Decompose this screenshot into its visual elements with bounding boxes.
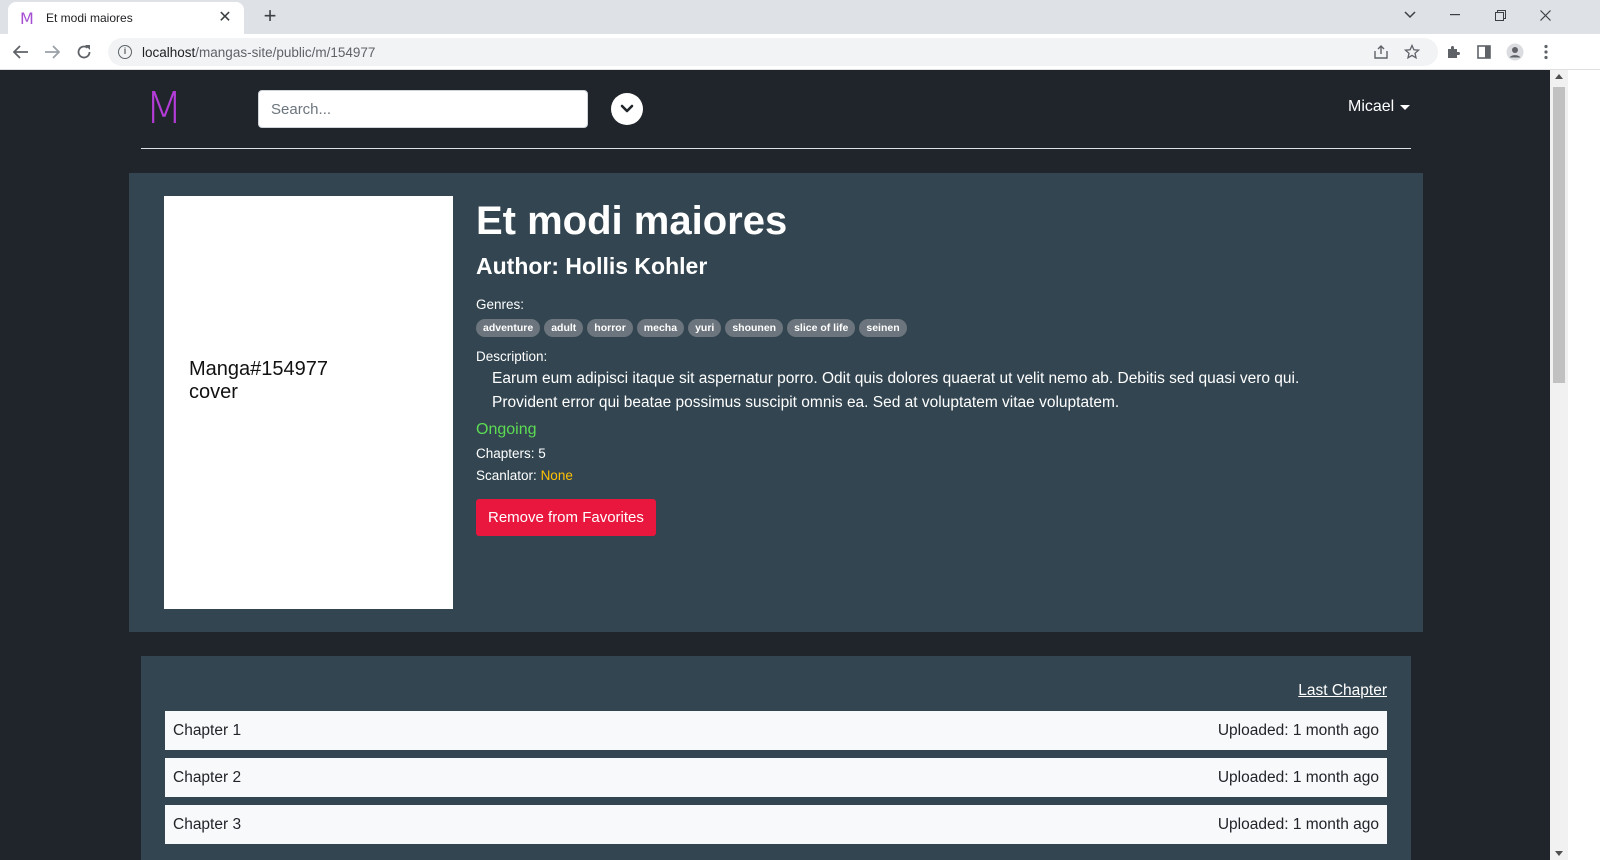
scanlator-value: None <box>540 468 573 483</box>
description-line: Earum eum adipisci itaque sit aspernatur… <box>492 370 1300 387</box>
tab-search-chevron-icon[interactable] <box>1387 0 1433 30</box>
new-tab-icon[interactable]: + <box>258 5 282 29</box>
browser-toolbar: i localhost/mangas-site/public/m/154977 <box>0 34 1600 70</box>
user-name: Micael <box>1348 98 1395 115</box>
manga-author: Author: Hollis Kohler <box>476 253 708 279</box>
genre-badge[interactable]: adventure <box>476 319 541 337</box>
forward-icon[interactable] <box>39 39 65 65</box>
url-host: localhost <box>142 44 196 60</box>
page-scrollbar[interactable] <box>1550 70 1568 860</box>
scroll-down-arrow-icon[interactable] <box>1555 851 1563 856</box>
remove-from-favorites-button[interactable]: Remove from Favorites <box>476 499 656 536</box>
advanced-search-toggle-button[interactable] <box>611 93 643 125</box>
close-window-icon[interactable] <box>1522 0 1568 30</box>
manga-description: Earum eum adipisci itaque sit aspernatur… <box>476 367 1376 415</box>
chapter-row[interactable]: Chapter 2 Uploaded: 1 month ago <box>165 758 1387 797</box>
site-logo[interactable]: M <box>145 84 183 134</box>
address-bar[interactable]: i localhost/mangas-site/public/m/154977 <box>108 38 1438 66</box>
bookmark-star-icon[interactable] <box>1404 38 1420 66</box>
cover-alt-line2: cover <box>189 381 238 403</box>
genre-badge[interactable]: adult <box>544 319 584 337</box>
chapters-list-card: Last Chapter Chapter 1 Uploaded: 1 month… <box>141 656 1411 860</box>
url-path: /mangas-site/public/m/154977 <box>195 44 376 60</box>
scanlator-info: Scanlator: None <box>476 468 1376 483</box>
cover-alt-text: Manga#154977 cover <box>189 358 328 404</box>
extensions-icon[interactable] <box>1443 42 1463 62</box>
site-info-icon[interactable]: i <box>118 45 132 59</box>
last-chapter-link[interactable]: Last Chapter <box>1298 682 1387 700</box>
tab-close-icon[interactable]: ✕ <box>216 9 234 27</box>
side-panel-icon[interactable] <box>1474 42 1494 62</box>
chapter-uploaded: Uploaded: 1 month ago <box>1217 721 1379 739</box>
chevron-down-icon <box>620 104 634 113</box>
cover-alt-line1: Manga#154977 <box>189 358 329 380</box>
chapter-name: Chapter 1 <box>173 721 242 739</box>
share-icon[interactable] <box>1373 38 1389 66</box>
chapter-uploaded: Uploaded: 1 month ago <box>1217 768 1379 786</box>
chapter-uploaded: Uploaded: 1 month ago <box>1217 815 1379 833</box>
restore-icon[interactable] <box>1477 0 1523 30</box>
search-input[interactable] <box>258 90 588 128</box>
browser-menu-icon[interactable] <box>1536 42 1556 62</box>
description-line: Provident error qui beatae possimus susc… <box>492 394 1120 411</box>
reload-icon[interactable] <box>71 39 97 65</box>
url-text: localhost/mangas-site/public/m/154977 <box>142 45 375 60</box>
caret-down-icon <box>1400 104 1411 110</box>
genre-badge[interactable]: shounen <box>725 319 784 337</box>
page-content: M Micael Manga#154977 cover Et modi maio… <box>0 70 1550 860</box>
chapter-row[interactable]: Chapter 3 Uploaded: 1 month ago <box>165 805 1387 844</box>
genre-badge[interactable]: horror <box>587 319 633 337</box>
scroll-up-arrow-icon[interactable] <box>1555 74 1563 79</box>
window-gutter <box>1568 70 1600 860</box>
manga-details: Et modi maiores Author: Hollis Kohler Ge… <box>476 195 1376 536</box>
genres-label: Genres: <box>476 297 525 312</box>
chapter-name: Chapter 2 <box>173 768 242 786</box>
header-divider <box>141 148 1411 149</box>
profile-avatar-icon[interactable] <box>1505 42 1525 62</box>
manga-info-card: Manga#154977 cover Et modi maiores Autho… <box>129 173 1423 632</box>
browser-tab[interactable]: M Et modi maiores ✕ <box>8 2 244 34</box>
genre-badge[interactable]: seinen <box>859 319 907 337</box>
chapter-name: Chapter 3 <box>173 815 242 833</box>
genre-badge[interactable]: slice of life <box>787 319 856 337</box>
browser-tab-bar: M Et modi maiores ✕ + <box>0 0 1600 34</box>
status-label: Ongoing <box>476 421 537 438</box>
scrollbar-thumb[interactable] <box>1553 87 1565 383</box>
chapter-row[interactable]: Chapter 1 Uploaded: 1 month ago <box>165 711 1387 750</box>
scanlator-label: Scanlator: <box>476 468 537 483</box>
genre-badge[interactable]: yuri <box>688 319 722 337</box>
description-label: Description: <box>476 349 548 364</box>
genre-badges: adventure adult horror mecha yuri shoune… <box>476 319 1376 337</box>
tab-favicon-icon: M <box>20 8 34 28</box>
chapters-count: Chapters: 5 <box>476 446 546 461</box>
manga-title: Et modi maiores <box>476 199 788 243</box>
genre-badge[interactable]: mecha <box>636 319 685 337</box>
back-icon[interactable] <box>8 39 34 65</box>
minimize-icon[interactable] <box>1432 0 1478 30</box>
user-menu-dropdown[interactable]: Micael <box>1348 98 1411 116</box>
tab-title: Et modi maiores <box>46 11 133 25</box>
manga-cover-image: Manga#154977 cover <box>164 196 453 609</box>
